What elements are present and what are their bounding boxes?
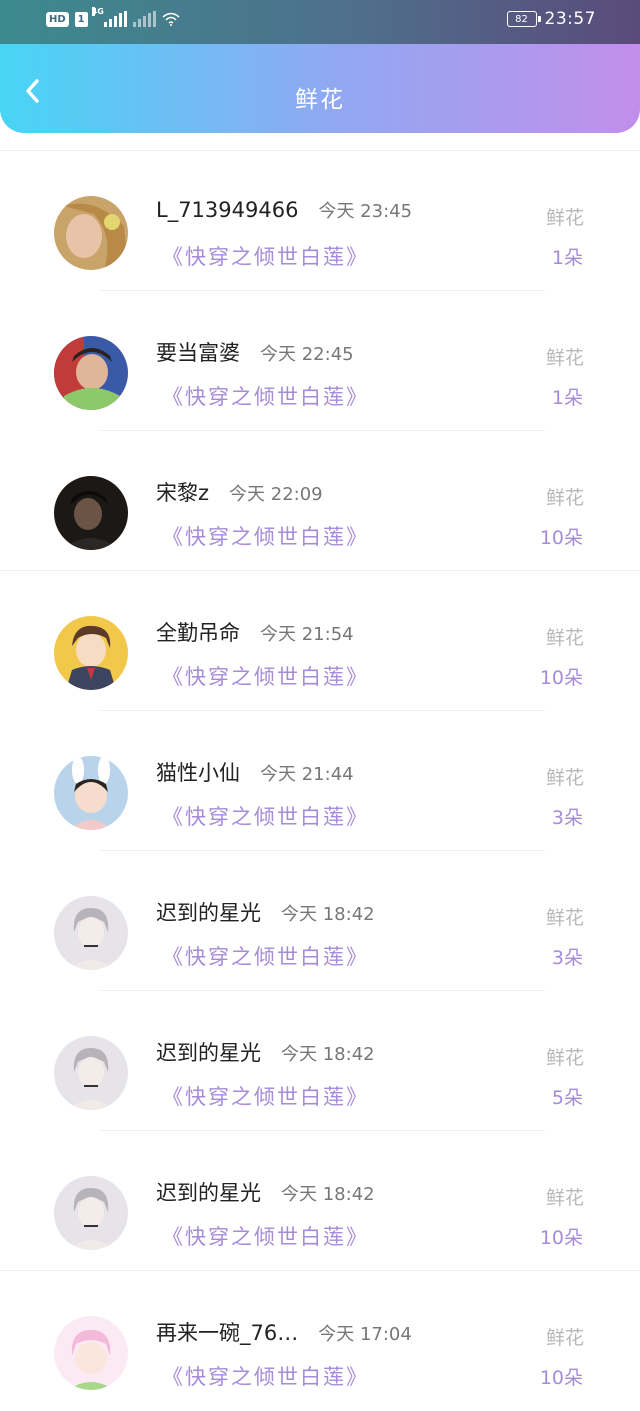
user-name: 宋黎z — [156, 481, 210, 505]
book-title[interactable]: 《快穿之倾世白莲》 — [162, 941, 369, 971]
book-title[interactable]: 《快穿之倾世白莲》 — [162, 381, 369, 411]
avatar[interactable] — [54, 1176, 128, 1250]
flower-count: 10朵 — [539, 1227, 583, 1249]
user-name: L_713949466 — [156, 198, 299, 222]
flower-count: 3朵 — [551, 807, 583, 829]
book-title[interactable]: 《快穿之倾世白莲》 — [162, 801, 369, 831]
list-item[interactable]: 要当富婆 今天 22:45 《快穿之倾世白莲》 鲜花 1朵 — [0, 291, 640, 431]
status-right: 82 23:57 — [506, 9, 597, 29]
gift-type-label: 鲜花 — [545, 627, 584, 649]
timestamp: 今天 21:44 — [260, 764, 354, 785]
battery-level: 82 — [515, 13, 528, 25]
timestamp: 今天 22:09 — [229, 484, 323, 505]
battery-icon: 82 — [506, 11, 541, 27]
signal-icon: 4G — [91, 7, 127, 27]
book-title[interactable]: 《快穿之倾世白莲》 — [162, 521, 369, 551]
user-name: 全勤吊命 — [156, 621, 240, 645]
avatar[interactable] — [54, 336, 128, 410]
avatar[interactable] — [54, 1316, 128, 1390]
status-bar: HD 1 4G 82 23:57 — [0, 0, 640, 44]
book-title[interactable]: 《快穿之倾世白莲》 — [162, 1221, 369, 1251]
list-item[interactable]: 全勤吊命 今天 21:54 《快穿之倾世白莲》 鲜花 10朵 — [0, 571, 640, 711]
user-name: 猫性小仙 — [156, 761, 240, 785]
gift-type-label: 鲜花 — [545, 1327, 584, 1349]
list-item[interactable]: 宋黎z 今天 22:09 《快穿之倾世白莲》 鲜花 10朵 — [0, 431, 640, 571]
flower-count: 10朵 — [539, 667, 583, 689]
book-title[interactable]: 《快穿之倾世白莲》 — [162, 1081, 369, 1111]
timestamp: 今天 18:42 — [281, 1184, 375, 1205]
timestamp: 今天 21:54 — [260, 624, 354, 645]
gift-type-label: 鲜花 — [545, 487, 584, 509]
list-item[interactable]: 迟到的星光 今天 18:42 《快穿之倾世白莲》 鲜花 3朵 — [0, 851, 640, 991]
flower-count: 3朵 — [551, 947, 583, 969]
gift-type-label: 鲜花 — [545, 207, 584, 229]
hd-badge: HD — [46, 11, 69, 27]
flower-count: 10朵 — [539, 1367, 583, 1389]
user-name: 迟到的星光 — [156, 1041, 261, 1065]
gift-type-label: 鲜花 — [545, 1187, 584, 1209]
flower-count: 1朵 — [551, 247, 583, 269]
list-item[interactable]: 猫性小仙 今天 21:44 《快穿之倾世白莲》 鲜花 3朵 — [0, 711, 640, 851]
flower-record-list: L_713949466 今天 23:45 《快穿之倾世白莲》 鲜花 1朵 要当富… — [0, 150, 640, 1411]
gift-type-label: 鲜花 — [545, 1047, 584, 1069]
timestamp: 今天 17:04 — [318, 1324, 412, 1345]
avatar[interactable] — [54, 896, 128, 970]
status-left: HD 1 4G — [46, 7, 180, 27]
user-name: 迟到的星光 — [156, 1181, 261, 1205]
list-item[interactable]: 迟到的星光 今天 18:42 《快穿之倾世白莲》 鲜花 10朵 — [0, 1131, 640, 1271]
flower-count: 5朵 — [551, 1087, 583, 1109]
avatar[interactable] — [54, 756, 128, 830]
network-type: 4G — [91, 7, 104, 16]
wifi-icon — [162, 12, 180, 26]
user-name: 要当富婆 — [156, 341, 240, 365]
list-item[interactable]: 再来一碗_76… 今天 17:04 《快穿之倾世白莲》 鲜花 10朵 — [0, 1271, 640, 1411]
gift-type-label: 鲜花 — [545, 347, 584, 369]
list-item[interactable]: 迟到的星光 今天 18:42 《快穿之倾世白莲》 鲜花 5朵 — [0, 991, 640, 1131]
timestamp: 今天 23:45 — [318, 201, 413, 222]
book-title[interactable]: 《快穿之倾世白莲》 — [162, 241, 369, 271]
sim-badge: 1 — [74, 11, 88, 27]
avatar[interactable] — [54, 1036, 128, 1110]
avatar[interactable] — [54, 476, 128, 550]
avatar[interactable] — [54, 616, 128, 690]
timestamp: 今天 18:42 — [281, 1044, 375, 1065]
signal-2-icon — [132, 11, 156, 27]
user-name: 再来一碗_76… — [156, 1321, 299, 1345]
page-title: 鲜花 — [295, 87, 345, 113]
list-item[interactable]: L_713949466 今天 23:45 《快穿之倾世白莲》 鲜花 1朵 — [0, 151, 640, 291]
flower-count: 10朵 — [539, 527, 583, 549]
book-title[interactable]: 《快穿之倾世白莲》 — [162, 661, 369, 691]
flower-count: 1朵 — [551, 387, 583, 409]
timestamp: 今天 22:45 — [260, 344, 354, 365]
user-name: 迟到的星光 — [156, 901, 261, 925]
gift-type-label: 鲜花 — [545, 767, 584, 789]
app-header: 鲜花 — [0, 44, 640, 133]
clock: 23:57 — [544, 9, 596, 29]
gift-type-label: 鲜花 — [545, 907, 584, 929]
timestamp: 今天 18:42 — [281, 904, 375, 925]
avatar[interactable] — [54, 196, 128, 270]
